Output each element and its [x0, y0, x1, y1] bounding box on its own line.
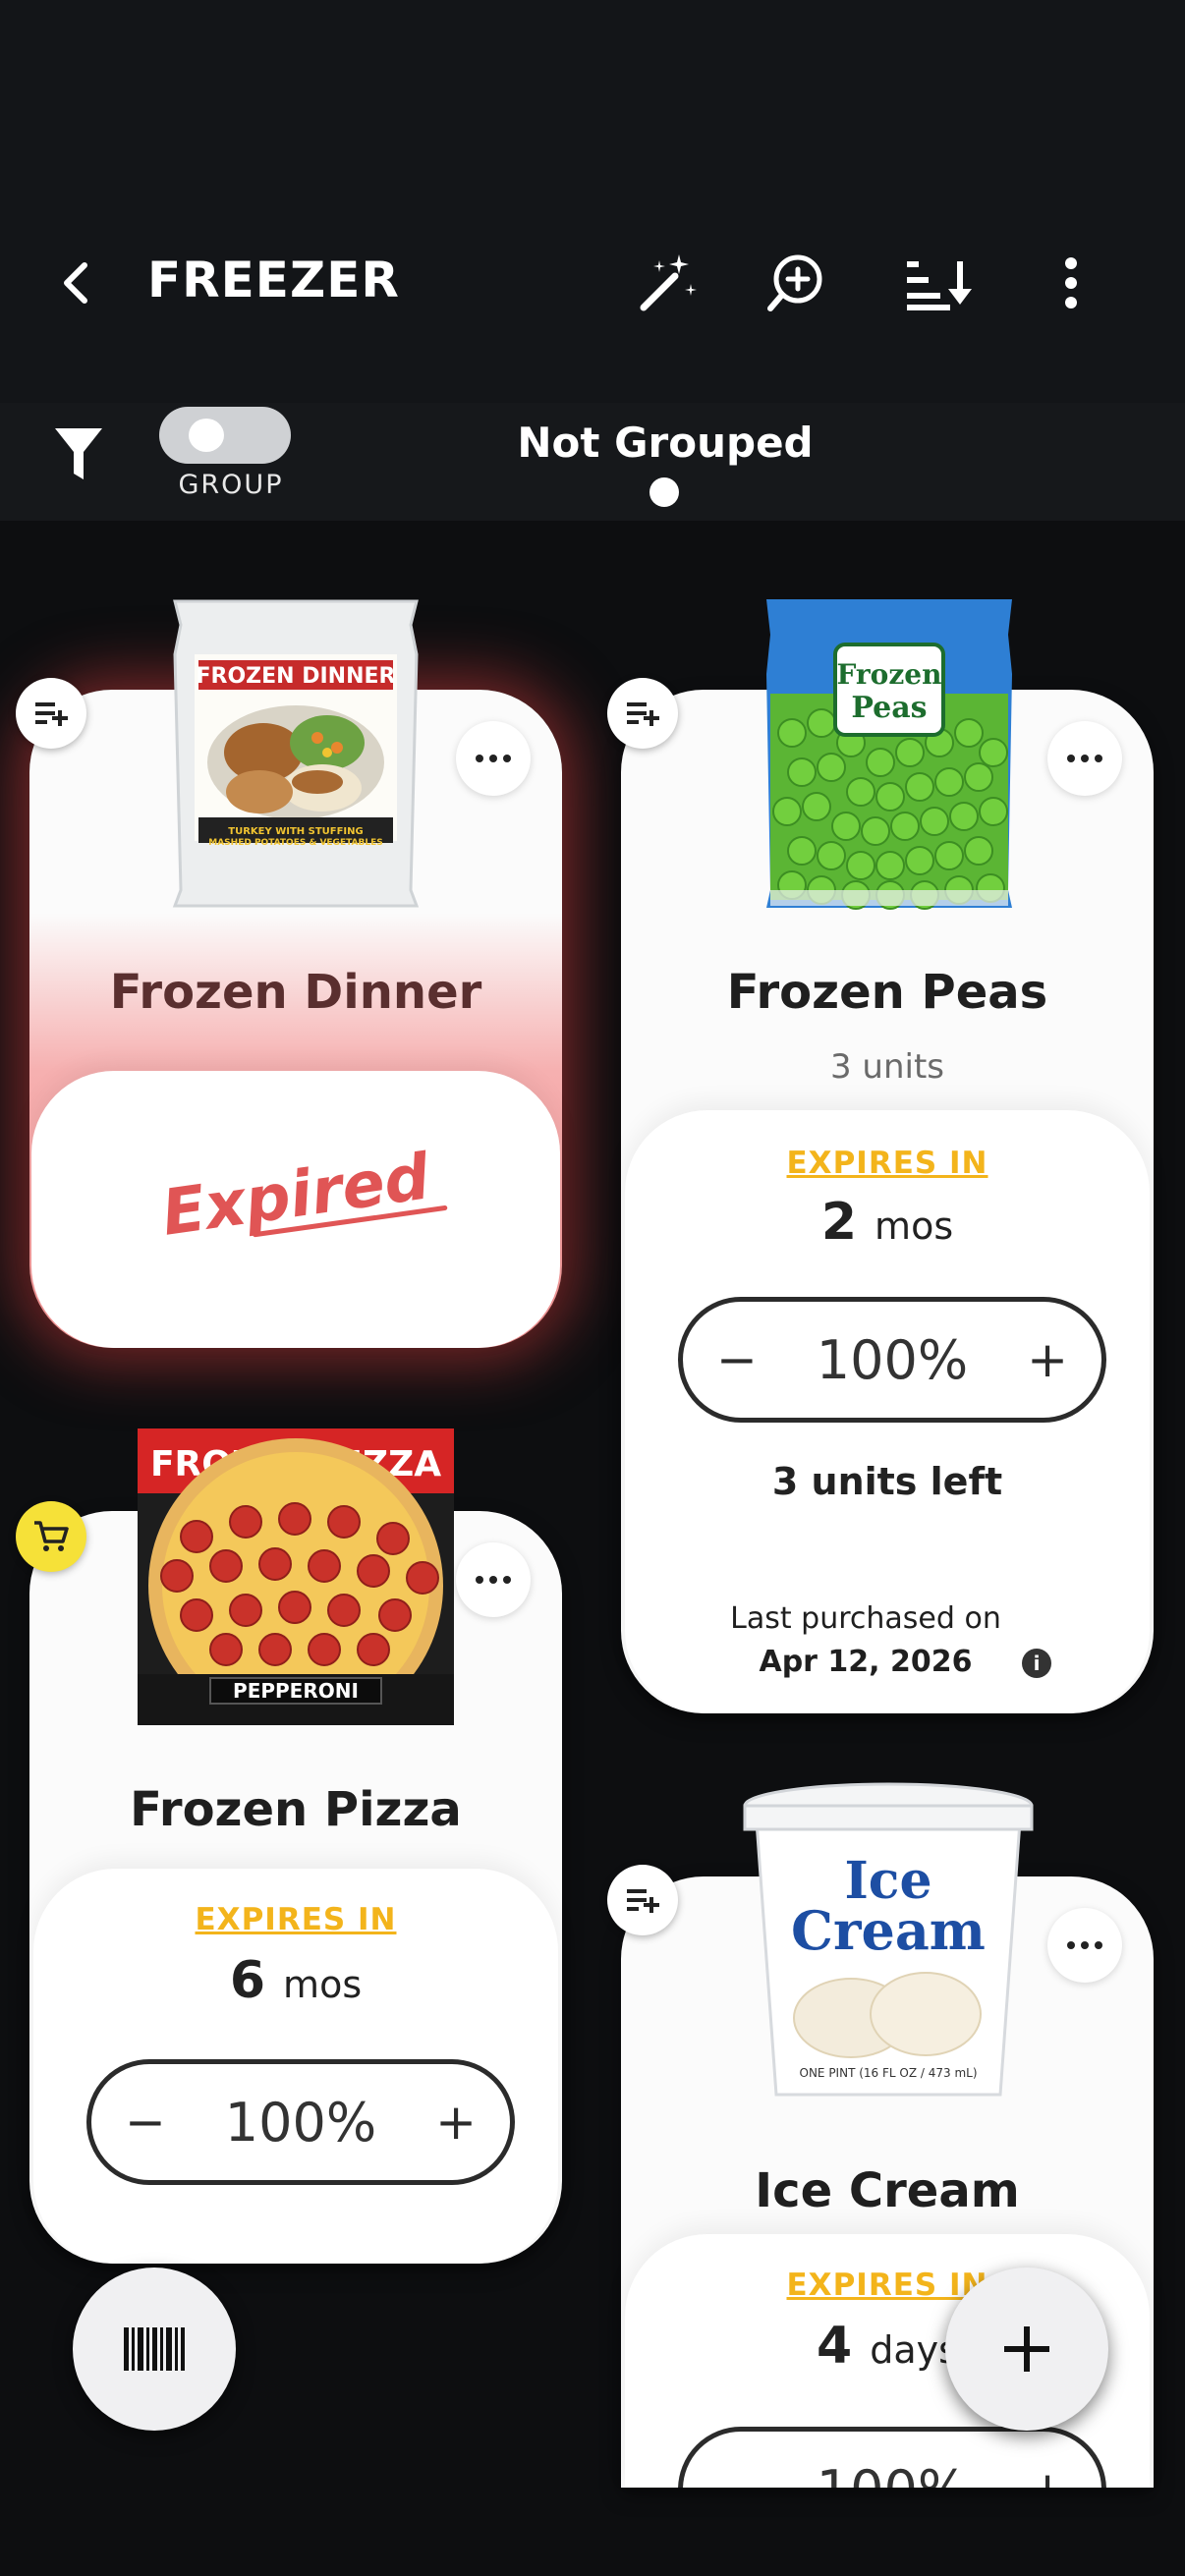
quantity-stepper[interactable]: − 100% +: [678, 1297, 1106, 1423]
sort-descending-icon: [907, 261, 972, 310]
back-arrow-icon: [64, 262, 87, 304]
expired-stamp: Expired: [29, 1123, 563, 1267]
svg-text:MASHED POTATOES & VEGETABLES: MASHED POTATOES & VEGETABLES: [208, 838, 382, 848]
group-toggle[interactable]: [159, 407, 291, 464]
quantity-percent: 100%: [817, 2459, 968, 2489]
expires-in-label: EXPIRES IN: [786, 1146, 988, 1181]
product-image-ice-cream: Ice Cream ONE PINT (16 FL OZ / 473 mL): [743, 1782, 1034, 2100]
increment-button[interactable]: +: [435, 2094, 477, 2151]
sort-button[interactable]: [902, 246, 977, 320]
quantity-stepper[interactable]: − 100% +: [678, 2427, 1106, 2488]
plus-icon: [1004, 2326, 1049, 2372]
info-icon[interactable]: i: [1022, 1649, 1051, 1678]
card-more-button[interactable]: [456, 721, 531, 796]
magic-wand-icon: [640, 254, 697, 311]
product-image-frozen-pizza: FROZEN PIZZA PEPPERONI: [138, 1428, 454, 1733]
add-item-button[interactable]: [945, 2268, 1108, 2431]
playlist-add-icon: [627, 702, 659, 726]
shopping-cart-badge[interactable]: [16, 1501, 86, 1572]
product-name: Ice Cream: [755, 2163, 1020, 2218]
group-mode-label[interactable]: Not Grouped: [423, 419, 908, 467]
card-more-button[interactable]: [1047, 1908, 1122, 1983]
increment-button[interactable]: +: [1027, 1331, 1068, 1388]
add-to-list-button[interactable]: [607, 1865, 678, 1935]
playlist-add-icon: [35, 702, 68, 726]
svg-text:PEPPERONI: PEPPERONI: [233, 1679, 359, 1703]
more-vertical-icon: [1065, 257, 1077, 308]
toggle-knob: [189, 419, 224, 452]
product-image-frozen-peas: Frozen Peas: [762, 595, 1016, 912]
decrement-button[interactable]: −: [125, 2094, 166, 2151]
add-to-list-button[interactable]: [607, 678, 678, 749]
page-title: FREEZER: [147, 252, 400, 308]
svg-text:TURKEY WITH STUFFING: TURKEY WITH STUFFING: [228, 826, 363, 837]
details-panel: EXPIRES IN 2 mos − 100% + 3 units left La…: [625, 1110, 1150, 1713]
product-units: 3 units: [829, 1047, 945, 1087]
app-header: [0, 0, 1185, 403]
group-toggle-label: GROUP: [178, 470, 284, 500]
svg-text:ONE PINT (16 FL OZ / 473 mL): ONE PINT (16 FL OZ / 473 mL): [800, 2066, 978, 2080]
svg-text:FROZEN DINNER: FROZEN DINNER: [197, 664, 396, 689]
filter-icon: [55, 428, 102, 479]
increment-button[interactable]: +: [1027, 2461, 1068, 2488]
scan-barcode-button[interactable]: [73, 2268, 236, 2431]
units-left-text: 3 units left: [771, 1460, 1003, 1503]
playlist-add-icon: [627, 1889, 659, 1913]
group-mode-indicator: [649, 477, 679, 507]
expires-in-label: EXPIRES IN: [195, 1902, 397, 1937]
last-purchased-info: Last purchased on Apr 12, 2026: [730, 1601, 1001, 1679]
back-button[interactable]: [47, 253, 102, 312]
product-image-frozen-dinner: FROZEN DINNER TURKEY WITH STUFFING MASHE…: [165, 595, 426, 910]
quantity-percent: 100%: [224, 2091, 377, 2154]
card-more-button[interactable]: [1047, 721, 1122, 796]
decrement-button[interactable]: −: [716, 1331, 758, 1388]
shopping-cart-icon: [34, 1521, 69, 1551]
quantity-stepper[interactable]: − 100% +: [86, 2059, 515, 2185]
filter-button[interactable]: [51, 422, 106, 485]
card-more-button[interactable]: [456, 1542, 531, 1617]
svg-text:Cream: Cream: [791, 1899, 986, 1962]
decrement-button[interactable]: −: [716, 2461, 758, 2488]
zoom-in-icon: [767, 254, 822, 311]
status-panel: Expired: [31, 1071, 560, 1348]
expires-in-value: 2 mos: [820, 1193, 954, 1252]
expires-in-value: 6 mos: [229, 1951, 363, 2010]
details-panel: EXPIRES IN 6 mos − 100% +: [33, 1869, 558, 2264]
zoom-in-button[interactable]: [759, 246, 833, 320]
add-to-list-button[interactable]: [16, 678, 86, 749]
barcode-icon: [124, 2327, 185, 2371]
quantity-percent: 100%: [816, 1328, 969, 1391]
svg-text:Peas: Peas: [851, 691, 927, 725]
product-name: Frozen Peas: [726, 965, 1048, 1020]
product-name: Frozen Pizza: [130, 1782, 462, 1837]
product-name: Frozen Dinner: [109, 965, 482, 1020]
magic-wand-button[interactable]: [631, 246, 705, 320]
svg-text:Frozen: Frozen: [837, 658, 942, 691]
more-options-button[interactable]: [1034, 246, 1108, 320]
